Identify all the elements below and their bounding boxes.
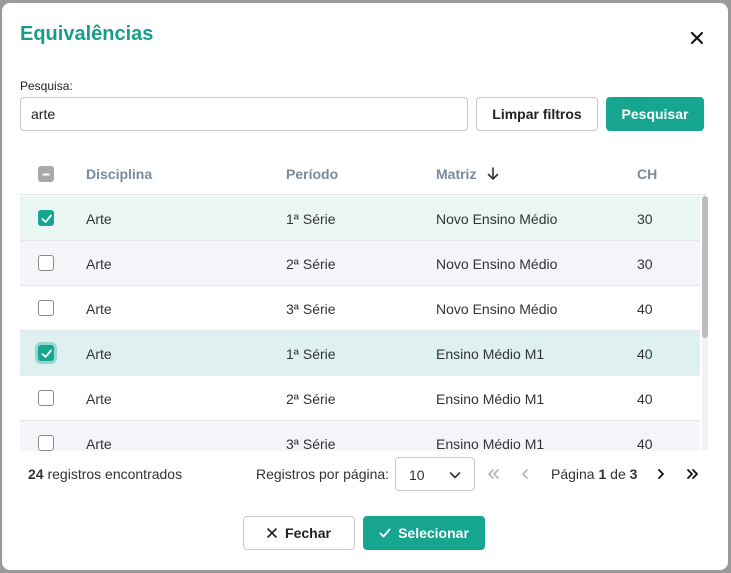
column-header-periodo[interactable]: Período (286, 166, 338, 182)
cell-matriz: Ensino Médio M1 (436, 391, 545, 407)
double-chevron-left-icon (488, 469, 499, 479)
column-header-matriz-label: Matriz (436, 166, 477, 182)
cell-periodo: 2ª Série (286, 256, 336, 272)
table-header: Disciplina Período Matriz CH (20, 153, 706, 195)
cell-matriz: Novo Ensino Médio (436, 256, 558, 272)
select-button[interactable]: Selecionar (363, 516, 485, 550)
cell-ch: 40 (637, 301, 653, 317)
cell-matriz: Novo Ensino Médio (436, 211, 558, 227)
cell-ch: 30 (637, 256, 653, 272)
cell-periodo: 3ª Série (286, 436, 336, 451)
chevron-right-icon (658, 469, 664, 479)
equivalencias-dialog: Equivalências Pesquisa: Limpar filtros P… (2, 3, 728, 570)
column-header-matriz[interactable]: Matriz (436, 166, 500, 182)
cell-matriz: Novo Ensino Médio (436, 301, 558, 317)
row-checkbox[interactable] (38, 345, 54, 361)
table-row[interactable]: Arte 2ª Série Novo Ensino Médio 30 (20, 241, 700, 286)
records-total: 24 (28, 466, 44, 482)
page-indicator: Página 1 de 3 (551, 466, 637, 482)
next-page-button[interactable] (651, 464, 671, 484)
search-button[interactable]: Pesquisar (606, 97, 704, 131)
table-row[interactable]: Arte 3ª Série Novo Ensino Médio 40 (20, 286, 700, 331)
records-suffix: registros encontrados (43, 466, 183, 482)
check-icon (41, 349, 52, 358)
row-checkbox[interactable] (38, 435, 54, 451)
first-page-button[interactable] (483, 464, 503, 484)
cell-ch: 40 (637, 346, 653, 362)
per-page-select[interactable]: 10 (395, 457, 475, 491)
previous-page-button[interactable] (515, 464, 535, 484)
close-dialog-button[interactable]: Fechar (243, 516, 355, 550)
cell-ch: 40 (637, 391, 653, 407)
cell-matriz: Ensino Médio M1 (436, 436, 545, 451)
records-count: 24 registros encontrados (28, 466, 182, 482)
cell-periodo: 1ª Série (286, 211, 336, 227)
select-label: Selecionar (398, 525, 469, 541)
cell-matriz: Ensino Médio M1 (436, 346, 545, 362)
column-header-disciplina[interactable]: Disciplina (86, 166, 152, 182)
cell-disciplina: Arte (86, 391, 112, 407)
close-button[interactable] (686, 27, 708, 49)
sort-arrow-down-icon (488, 167, 499, 180)
table-row[interactable]: Arte 3ª Série Ensino Médio M1 40 (20, 421, 700, 451)
dialog-title: Equivalências (20, 23, 154, 45)
table-row[interactable]: Arte 2ª Série Ensino Médio M1 40 (20, 376, 700, 421)
clear-filters-button[interactable]: Limpar filtros (476, 97, 598, 131)
row-checkbox[interactable] (38, 210, 54, 226)
table-body: Arte 1ª Série Novo Ensino Médio 30 Arte 2ª Sé… (20, 196, 700, 451)
cell-periodo: 3ª Série (286, 301, 336, 317)
cell-disciplina: Arte (86, 211, 112, 227)
row-checkbox[interactable] (38, 300, 54, 316)
search-input[interactable] (20, 97, 468, 131)
per-page-value: 10 (409, 467, 425, 483)
total-pages: 3 (629, 466, 638, 482)
row-checkbox[interactable] (38, 255, 54, 271)
page-sep: de (606, 466, 630, 482)
check-icon (41, 214, 52, 223)
chevron-left-icon (522, 469, 528, 479)
per-page-label: Registros por página: (256, 466, 390, 482)
cell-disciplina: Arte (86, 301, 112, 317)
cell-disciplina: Arte (86, 256, 112, 272)
cell-periodo: 1ª Série (286, 346, 336, 362)
double-chevron-right-icon (687, 469, 698, 479)
last-page-button[interactable] (683, 464, 703, 484)
check-icon (379, 528, 391, 538)
cell-ch: 40 (637, 436, 653, 451)
cell-ch: 30 (637, 211, 653, 227)
select-all-checkbox[interactable] (38, 166, 54, 182)
page-prefix: Página (551, 466, 599, 482)
cell-disciplina: Arte (86, 346, 112, 362)
chevron-down-icon (449, 472, 461, 479)
row-checkbox[interactable] (38, 390, 54, 406)
cell-disciplina: Arte (86, 436, 112, 451)
close-icon (691, 32, 703, 44)
table-scrollbar[interactable] (702, 196, 708, 451)
table-row[interactable]: Arte 1ª Série Ensino Médio M1 40 (20, 331, 700, 376)
column-header-ch[interactable]: CH (637, 166, 657, 182)
close-dialog-label: Fechar (285, 525, 331, 541)
table-row[interactable]: Arte 1ª Série Novo Ensino Médio 30 (20, 196, 700, 241)
cell-periodo: 2ª Série (286, 391, 336, 407)
minus-icon (42, 173, 50, 176)
search-label: Pesquisa: (20, 79, 73, 93)
close-icon (267, 528, 277, 538)
scrollbar-thumb[interactable] (702, 196, 708, 338)
